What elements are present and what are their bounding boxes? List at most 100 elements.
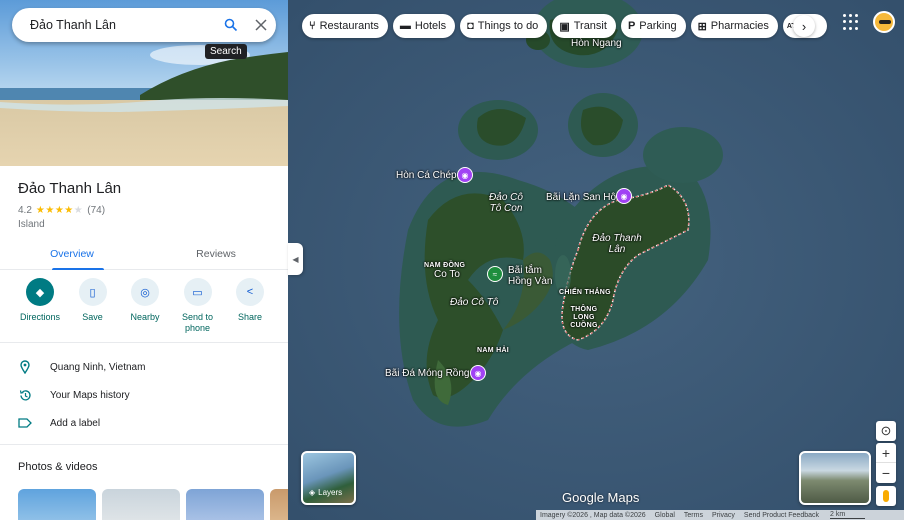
maps-history-text: Your Maps history (50, 389, 130, 401)
attraction-pin-icon[interactable]: ◉ (470, 365, 486, 381)
footer-link-terms[interactable]: Terms (684, 512, 703, 519)
hotel-icon: ▬ (399, 20, 411, 32)
label-hon-ca-chep[interactable]: Hòn Cá Chép (396, 170, 457, 181)
search-icon (224, 18, 238, 32)
share-icon: < (236, 278, 264, 306)
place-actions: ◆ Directions ▯ Save ◎ Nearby ▭ Send to p… (14, 278, 276, 334)
place-category: Island (18, 219, 45, 230)
label-hon-ngang: Hòn Ngang (571, 38, 622, 49)
footer-link-feedback[interactable]: Send Product Feedback (744, 512, 819, 519)
beach-pin-icon[interactable]: ≈ (487, 266, 503, 282)
account-avatar[interactable] (873, 11, 895, 33)
chip-things-to-do[interactable]: ◘ Things to do (460, 14, 548, 38)
photo-thumbnail[interactable] (102, 489, 180, 520)
directions-button[interactable]: ◆ Directions (14, 278, 66, 334)
scale-bar[interactable]: 2 km (830, 511, 866, 519)
my-location-button[interactable]: ⊙ (876, 421, 896, 441)
photo-thumbnail[interactable] (186, 489, 264, 520)
chip-restaurants[interactable]: ⑂ Restaurants (302, 14, 388, 38)
place-tabs: Overview Reviews (0, 238, 288, 270)
place-rating[interactable]: 4.2 ★★★★★ (74) (18, 205, 105, 216)
zoom-in-button[interactable]: + (876, 443, 896, 463)
address-text: Quang Ninh, Vietnam (50, 361, 146, 373)
collapse-panel-button[interactable]: ◀ (288, 243, 303, 275)
save-button[interactable]: ▯ Save (67, 278, 119, 334)
divider (0, 444, 288, 445)
share-button[interactable]: < Share (224, 278, 276, 334)
label-nam-hai: NAM HẢI (477, 347, 510, 354)
clear-search-button[interactable] (246, 19, 276, 31)
info-row-label[interactable]: Add a label (18, 416, 100, 430)
close-icon (255, 19, 267, 31)
nearby-button[interactable]: ◎ Nearby (119, 278, 171, 334)
street-view-preview[interactable] (799, 451, 871, 505)
layers-button[interactable]: ◈ Layers (301, 451, 356, 505)
nearby-icon: ◎ (131, 278, 159, 306)
pharmacy-icon: ⊞ (697, 20, 707, 33)
info-row-address[interactable]: Quang Ninh, Vietnam (18, 360, 145, 374)
imagery-credit: Imagery ©2026 , Map data ©2026 (540, 511, 646, 519)
restaurant-icon: ⑂ (309, 20, 316, 32)
chip-pharmacies[interactable]: ⊞ Pharmacies (690, 14, 778, 38)
zoom-control: + − (876, 443, 896, 483)
photo-thumbnail[interactable] (18, 489, 96, 520)
location-pin-icon (18, 360, 32, 374)
star-rating-icon: ★★★★★ (35, 205, 84, 216)
chip-parking[interactable]: P Parking (620, 14, 686, 38)
chevron-left-icon: ◀ (292, 254, 299, 264)
add-label-text: Add a label (50, 417, 101, 429)
footer-link-privacy[interactable]: Privacy (712, 512, 735, 519)
label-chien-thang: CHIẾN THẮNG (559, 289, 611, 296)
chips-next-button[interactable]: › (793, 15, 815, 37)
chevron-right-icon: › (801, 18, 807, 34)
info-row-history[interactable]: Your Maps history (18, 388, 130, 402)
parking-icon: P (627, 20, 636, 32)
tab-overview[interactable]: Overview (0, 238, 144, 270)
label-dao-co-to: Đảo Cô Tô (450, 297, 499, 308)
photo-thumbnail[interactable] (270, 489, 288, 520)
label-icon (18, 416, 32, 430)
place-panel: Đảo Thanh Lân Search Đảo Thanh Lân 4.2 ★… (0, 0, 288, 520)
label-bai-da-mong-rong[interactable]: Bãi Đá Móng Rồng (385, 368, 470, 379)
attraction-pin-icon[interactable]: ◉ (457, 167, 473, 183)
place-hero-photo[interactable]: Đảo Thanh Lân Search (0, 0, 288, 166)
label-dao-thanh-lan: Đảo Thanh Lân (592, 233, 642, 255)
chip-transit[interactable]: ▣ Transit (552, 14, 616, 38)
layers-icon: ◈ (309, 488, 316, 497)
google-maps-logo: Google Maps (562, 490, 640, 505)
photos-section-title: Photos & videos (18, 461, 98, 473)
satellite-imagery (288, 0, 904, 520)
label-bai-lan-san-ho[interactable]: Bãi Lặn San Hô (546, 192, 616, 203)
bookmark-icon: ▯ (78, 278, 107, 306)
send-to-phone-button[interactable]: ▭ Send to phone (172, 278, 224, 334)
my-location-icon: ⊙ (880, 423, 892, 438)
rating-value: 4.2 (18, 205, 32, 216)
label-bai-tam-hong-van[interactable]: Bãi tắm Hồng Vàn (508, 265, 554, 287)
search-box[interactable]: Đảo Thanh Lân (12, 8, 276, 42)
pegman-icon[interactable] (876, 486, 896, 506)
chip-hotels[interactable]: ▬ Hotels (392, 14, 456, 38)
divider (0, 342, 288, 343)
search-tooltip: Search (205, 44, 247, 59)
tab-reviews[interactable]: Reviews (144, 238, 288, 269)
transit-icon: ▣ (559, 20, 570, 33)
label-thong-long-cuong: THÔNG LONG CUỒNG (570, 306, 598, 329)
attraction-pin-icon[interactable]: ◉ (616, 188, 632, 204)
map-canvas[interactable]: Hòn Ngang Hòn Cá Chép ◉ Đảo Cô Tô Con Bã… (288, 0, 904, 520)
label-dao-co-to-con: Đảo Cô Tô Con (489, 192, 523, 214)
camera-icon: ◘ (467, 20, 474, 32)
category-chips: ⑂ Restaurants ▬ Hotels ◘ Things to do ▣ Tran… (302, 14, 827, 38)
search-button[interactable] (216, 18, 246, 32)
map-footer: Imagery ©2026 , Map data ©2026 Global Te… (536, 510, 904, 520)
place-title: Đảo Thanh Lân (18, 180, 122, 197)
history-icon (18, 388, 32, 402)
apps-grid-icon[interactable] (843, 14, 859, 30)
reviews-count[interactable]: (74) (87, 205, 105, 216)
label-co-to: Co To (434, 269, 460, 280)
layers-label: Layers (318, 488, 343, 497)
footer-link-global[interactable]: Global (655, 512, 675, 519)
search-input[interactable]: Đảo Thanh Lân (30, 18, 216, 32)
send-to-phone-icon: ▭ (183, 278, 212, 306)
directions-icon: ◆ (26, 278, 54, 306)
zoom-out-button[interactable]: − (876, 463, 896, 483)
